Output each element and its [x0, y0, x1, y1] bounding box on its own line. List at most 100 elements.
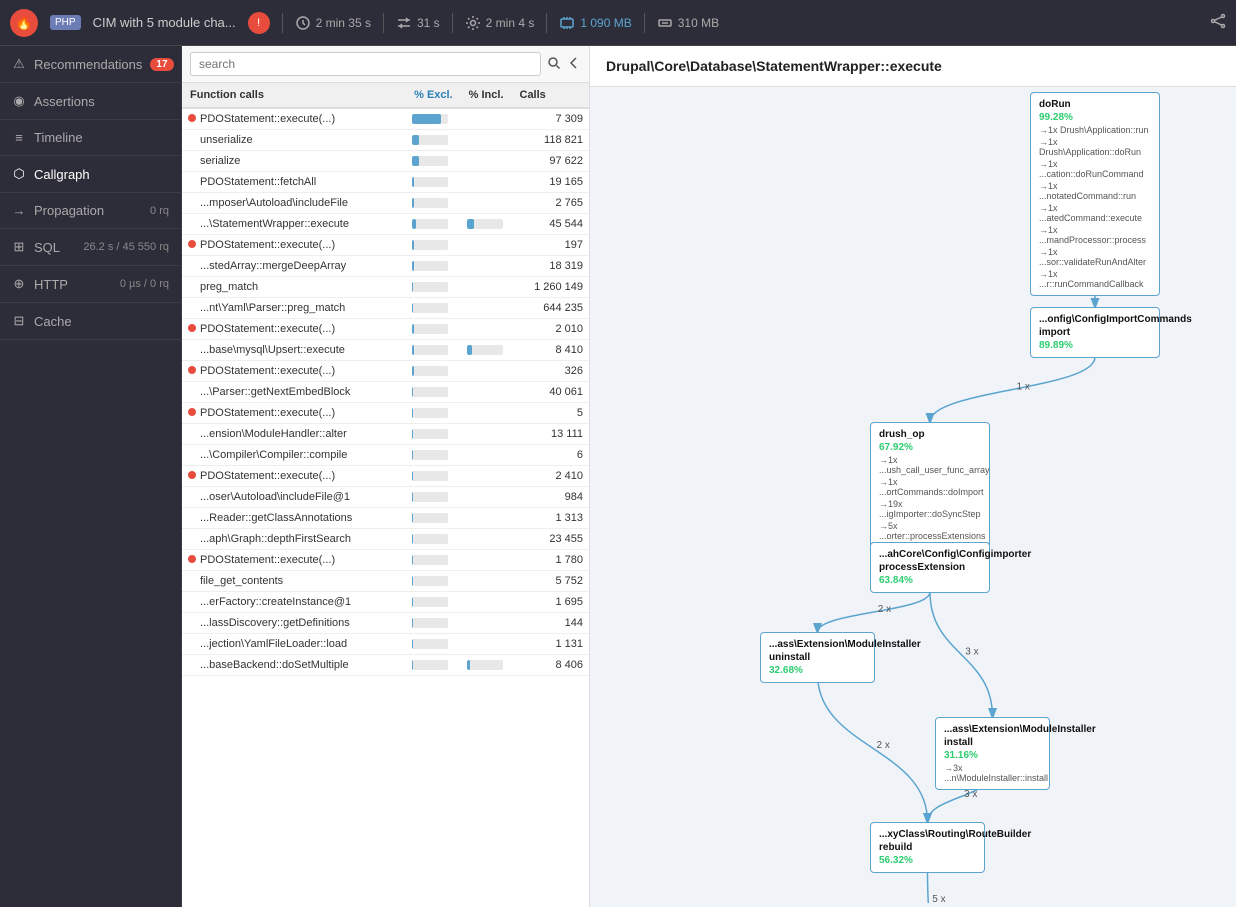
table-row[interactable]: ...nt\Yaml\Parser::preg_match644 235 [182, 298, 589, 319]
node-title: rebuild [879, 842, 976, 853]
excl-bar [412, 303, 448, 313]
timeline-icon: ≡ [12, 130, 26, 145]
propagation-icon: → [12, 203, 26, 218]
svg-text:2 x: 2 x [877, 740, 890, 751]
status-dot [188, 471, 196, 479]
collapse-button[interactable] [567, 56, 581, 73]
app-logo[interactable]: 🔥 [10, 9, 38, 37]
graph-node-dorun[interactable]: doRun99.28%→1x Drush\Application::run→1x… [1030, 92, 1160, 296]
table-row[interactable]: preg_match1 260 149 [182, 277, 589, 298]
search-button[interactable] [547, 56, 561, 73]
node-title: ...xyClass\Routing\RouteBuilder [879, 829, 976, 840]
table-row[interactable]: PDOStatement::execute(...)5 [182, 403, 589, 424]
node-call: →1x Drush\Application::run [1039, 125, 1151, 135]
table-row[interactable]: ...jection\YamlFileLoader::load1 131 [182, 634, 589, 655]
excl-bar [412, 282, 448, 292]
status-dot [188, 114, 196, 122]
node-call: →1x ...r::runCommandCallback [1039, 269, 1151, 289]
page-title: CIM with 5 module cha... [93, 15, 236, 30]
sidebar-item-timeline[interactable]: ≡ Timeline [0, 120, 181, 156]
sidebar-item-assertions[interactable]: ◉ Assertions [0, 83, 181, 120]
sidebar-item-sql[interactable]: ⊞ SQL 26.2 s / 45 550 rq [0, 229, 181, 266]
node-pct: 31.16% [944, 750, 1041, 761]
table-row[interactable]: PDOStatement::execute(...)7 309 [182, 108, 589, 130]
warning-icon: ⚠ [12, 56, 26, 72]
table-row[interactable]: PDOStatement::execute(...)326 [182, 361, 589, 382]
sidebar-item-callgraph[interactable]: ⬡ Callgraph [0, 156, 181, 193]
svg-text:3 x: 3 x [965, 647, 978, 658]
incl-bar [467, 219, 503, 229]
graph-canvas[interactable]: 1 x1 x5 x2 x3 x2 x3 x5 x1 x doRun99.28%→… [590, 87, 1236, 903]
gear-icon [465, 15, 481, 31]
col-incl[interactable]: % Incl. [461, 83, 512, 108]
excl-bar [412, 261, 448, 271]
status-dot [188, 408, 196, 416]
graph-node-route_rebuild_1[interactable]: ...xyClass\Routing\RouteBuilder rebuild 56… [870, 822, 985, 873]
table-row[interactable]: unserialize118 821 [182, 130, 589, 151]
excl-bar [412, 534, 448, 544]
node-pct: 67.92% [879, 442, 981, 453]
share-button[interactable] [1210, 13, 1226, 32]
graph-node-module_install[interactable]: ...ass\Extension\ModuleInstallerinstall3… [935, 717, 1050, 790]
excl-bar [412, 324, 448, 334]
excl-bar [412, 576, 448, 586]
excl-bar [412, 555, 448, 565]
node-title: doRun [1039, 99, 1151, 110]
sidebar: ⚠ Recommendations 17 ◉ Assertions ≡ Time… [0, 46, 182, 907]
table-row[interactable]: ...base\mysql\Upsert::execute8 410 [182, 340, 589, 361]
search-input[interactable] [190, 52, 541, 76]
table-row[interactable]: ...ension\ModuleHandler::alter13 111 [182, 424, 589, 445]
table-row[interactable]: ...Reader::getClassAnnotations1 313 [182, 508, 589, 529]
sidebar-item-propagation[interactable]: → Propagation 0 rq [0, 193, 181, 229]
node-title: uninstall [769, 652, 866, 663]
table-row[interactable]: file_get_contents5 752 [182, 571, 589, 592]
excl-bar [412, 408, 448, 418]
table-row[interactable]: ...\Compiler\Compiler::compile6 [182, 445, 589, 466]
excl-bar [412, 345, 448, 355]
table-row[interactable]: ...stedArray::mergeDeepArray18 319 [182, 256, 589, 277]
table-row[interactable]: ...aph\Graph::depthFirstSearch23 455 [182, 529, 589, 550]
share-icon [1210, 13, 1226, 29]
incl-bar [467, 345, 503, 355]
table-row[interactable]: ...mposer\Autoload\includeFile2 765 [182, 193, 589, 214]
table-row[interactable]: PDOStatement::execute(...)2 410 [182, 466, 589, 487]
table-row[interactable]: ...\StatementWrapper::execute45 544 [182, 214, 589, 235]
graph-node-config_import[interactable]: ...onfig\ConfigImportCommandsimport89.89… [1030, 307, 1160, 358]
network-icon [657, 15, 673, 31]
graph-node-process_ext[interactable]: ...ahCore\Config\ConfigimporterprocessEx… [870, 542, 990, 593]
sidebar-item-http[interactable]: ⊕ HTTP 0 µs / 0 rq [0, 266, 181, 303]
cache-icon: ⊟ [12, 313, 26, 329]
graph-node-drush_op[interactable]: drush_op67.92%→1x ...ush_call_user_func_… [870, 422, 990, 548]
sidebar-item-cache[interactable]: ⊟ Cache [0, 303, 181, 340]
col-calls[interactable]: Calls [512, 83, 590, 108]
col-name[interactable]: Function calls [182, 83, 406, 108]
node-title: ...onfig\ConfigImportCommands [1039, 314, 1151, 325]
alert-icon[interactable]: ! [248, 12, 270, 34]
table-row[interactable]: ...oser\Autoload\includeFile@1984 [182, 487, 589, 508]
col-excl[interactable]: % Excl. [406, 83, 461, 108]
table-row[interactable]: PDOStatement::execute(...)197 [182, 235, 589, 256]
table-row[interactable]: PDOStatement::execute(...)1 780 [182, 550, 589, 571]
table-row[interactable]: ...erFactory::createInstance@11 695 [182, 592, 589, 613]
main-layout: ⚠ Recommendations 17 ◉ Assertions ≡ Time… [0, 46, 1236, 907]
node-call: →1x ...sor::validateRunAndAlter [1039, 247, 1151, 267]
separator-4 [546, 13, 547, 33]
table-row[interactable]: ...\Parser::getNextEmbedBlock40 061 [182, 382, 589, 403]
node-title: import [1039, 327, 1151, 338]
function-calls-panel: Function calls % Excl. % Incl. Calls PDO… [182, 46, 590, 907]
metric-time: 2 min 35 s [295, 15, 371, 31]
excl-bar [412, 597, 448, 607]
table-row[interactable]: PDOStatement::execute(...)2 010 [182, 319, 589, 340]
excl-bar [412, 156, 448, 166]
table-row[interactable]: ...baseBackend::doSetMultiple8 406 [182, 655, 589, 676]
sidebar-item-recommendations[interactable]: ⚠ Recommendations 17 [0, 46, 181, 83]
table-row[interactable]: ...lassDiscovery::getDefinitions144 [182, 613, 589, 634]
graph-node-module_uninstall[interactable]: ...ass\Extension\ModuleInstalleruninstal… [760, 632, 875, 683]
status-dot [188, 366, 196, 374]
table-row[interactable]: PDOStatement::fetchAll19 165 [182, 172, 589, 193]
node-pct: 56.32% [879, 855, 976, 866]
table-row[interactable]: serialize97 622 [182, 151, 589, 172]
search-bar [182, 46, 589, 83]
excl-bar [412, 450, 448, 460]
assertions-icon: ◉ [12, 93, 26, 109]
